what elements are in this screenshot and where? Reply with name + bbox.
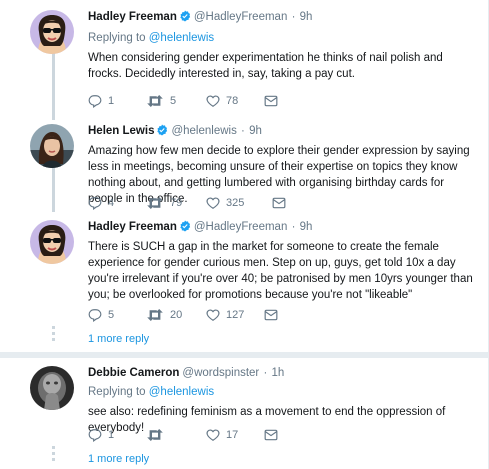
- reply-button[interactable]: 1: [88, 94, 114, 108]
- direct-message-button[interactable]: [264, 428, 278, 442]
- retweet-count: 20: [170, 309, 183, 321]
- tweet-header: Hadley Freeman @HadleyFreeman · 9h: [88, 220, 473, 237]
- retweet-button[interactable]: 79: [146, 196, 182, 210]
- verified-badge-icon: [156, 124, 168, 141]
- replying-to-link[interactable]: @helenlewis: [149, 32, 214, 44]
- reply-button[interactable]: 4: [88, 196, 114, 210]
- replying-to: Replying to @helenlewis: [88, 385, 473, 400]
- separator: ·: [263, 367, 268, 379]
- timestamp[interactable]: 1h: [272, 367, 285, 379]
- reply-count: 1: [108, 429, 115, 441]
- thread-dot: [52, 446, 55, 449]
- like-icon: [206, 197, 220, 209]
- direct-message-button[interactable]: [264, 308, 278, 322]
- thread-dot: [52, 338, 55, 341]
- tweet-text: There is SUCH a gap in the market for so…: [88, 241, 473, 301]
- separator: ·: [241, 125, 245, 137]
- tweet-actions: 1 17: [88, 428, 388, 442]
- tweet-actions: 4 79 325: [88, 196, 388, 210]
- timestamp[interactable]: 9h: [249, 125, 262, 137]
- retweet-icon: [147, 197, 163, 209]
- tweet-header: Debbie Cameron @wordspinster · 1h: [88, 366, 473, 381]
- separator: ·: [291, 221, 296, 233]
- like-button[interactable]: 325: [206, 196, 244, 210]
- like-count: 127: [226, 309, 245, 321]
- like-button[interactable]: 127: [206, 308, 244, 322]
- timestamp[interactable]: 9h: [300, 11, 313, 23]
- author-name[interactable]: Hadley Freeman: [88, 11, 177, 23]
- reply-button[interactable]: 1: [88, 428, 114, 442]
- like-icon: [206, 309, 220, 321]
- retweet-icon: [147, 429, 163, 441]
- replying-to: Replying to @helenlewis: [88, 31, 473, 46]
- like-count: 17: [226, 429, 239, 441]
- tweet[interactable]: Helen Lewis @helenlewis · 9h Amazing how …: [0, 120, 489, 212]
- show-more-replies-link[interactable]: 1 more reply: [88, 453, 149, 465]
- reply-icon: [88, 197, 102, 210]
- timestamp[interactable]: 9h: [300, 221, 313, 233]
- tweet[interactable]: Hadley Freeman @HadleyFreeman · 9h Replyi…: [0, 0, 489, 120]
- direct-message-icon: [272, 197, 286, 209]
- avatar[interactable]: [30, 220, 74, 264]
- show-more-replies-link[interactable]: 1 more reply: [88, 333, 149, 345]
- retweet-icon: [147, 95, 163, 107]
- replying-to-label: Replying to: [88, 32, 146, 44]
- direct-message-button[interactable]: [272, 196, 286, 210]
- tweet-header: Helen Lewis @helenlewis · 9h: [88, 124, 473, 141]
- tweet-text: When considering gender experimentation …: [88, 52, 443, 80]
- avatar[interactable]: [30, 10, 74, 54]
- direct-message-icon: [264, 95, 278, 107]
- like-icon: [206, 95, 220, 107]
- avatar[interactable]: [30, 366, 74, 410]
- separator: ·: [291, 11, 296, 23]
- author-handle[interactable]: @wordspinster: [182, 367, 259, 379]
- tweet-actions: 5 20 127: [88, 308, 388, 322]
- like-icon: [206, 429, 220, 441]
- tweet[interactable]: Hadley Freeman @HadleyFreeman · 9h There …: [0, 212, 489, 322]
- direct-message-icon: [264, 429, 278, 441]
- retweet-button[interactable]: [146, 428, 170, 442]
- author-name[interactable]: Helen Lewis: [88, 125, 154, 137]
- thread-dot: [52, 458, 55, 461]
- direct-message-button[interactable]: [264, 94, 278, 108]
- replying-to-link[interactable]: @helenlewis: [149, 386, 214, 398]
- tweet-header: Hadley Freeman @HadleyFreeman · 9h: [88, 10, 473, 27]
- verified-badge-icon: [179, 220, 191, 237]
- retweet-button[interactable]: 20: [146, 308, 182, 322]
- retweet-count: 79: [170, 197, 183, 209]
- author-handle[interactable]: @HadleyFreeman: [194, 11, 288, 23]
- reply-icon: [88, 429, 102, 442]
- reply-count: 1: [108, 95, 115, 107]
- thread-dot: [52, 326, 55, 329]
- reply-count: 5: [108, 309, 115, 321]
- author-name[interactable]: Debbie Cameron: [88, 367, 179, 379]
- reply-count: 4: [108, 197, 115, 209]
- thread-dot: [52, 332, 55, 335]
- like-count: 325: [226, 197, 245, 209]
- reply-icon: [88, 95, 102, 108]
- replying-to-label: Replying to: [88, 386, 146, 398]
- thread-dot: [52, 452, 55, 455]
- tweet[interactable]: Debbie Cameron @wordspinster · 1h Replyin…: [0, 358, 489, 448]
- direct-message-icon: [264, 309, 278, 321]
- retweet-count: 5: [170, 95, 177, 107]
- author-name[interactable]: Hadley Freeman: [88, 221, 177, 233]
- author-handle[interactable]: @helenlewis: [171, 125, 236, 137]
- reply-button[interactable]: 5: [88, 308, 114, 322]
- author-handle[interactable]: @HadleyFreeman: [194, 221, 288, 233]
- avatar[interactable]: [30, 124, 74, 168]
- like-count: 78: [226, 95, 239, 107]
- verified-badge-icon: [179, 10, 191, 27]
- like-button[interactable]: 17: [206, 428, 238, 442]
- retweet-button[interactable]: 5: [146, 94, 176, 108]
- like-button[interactable]: 78: [206, 94, 238, 108]
- retweet-icon: [147, 309, 163, 321]
- reply-icon: [88, 309, 102, 322]
- tweet-actions: 1 5 78: [88, 94, 388, 108]
